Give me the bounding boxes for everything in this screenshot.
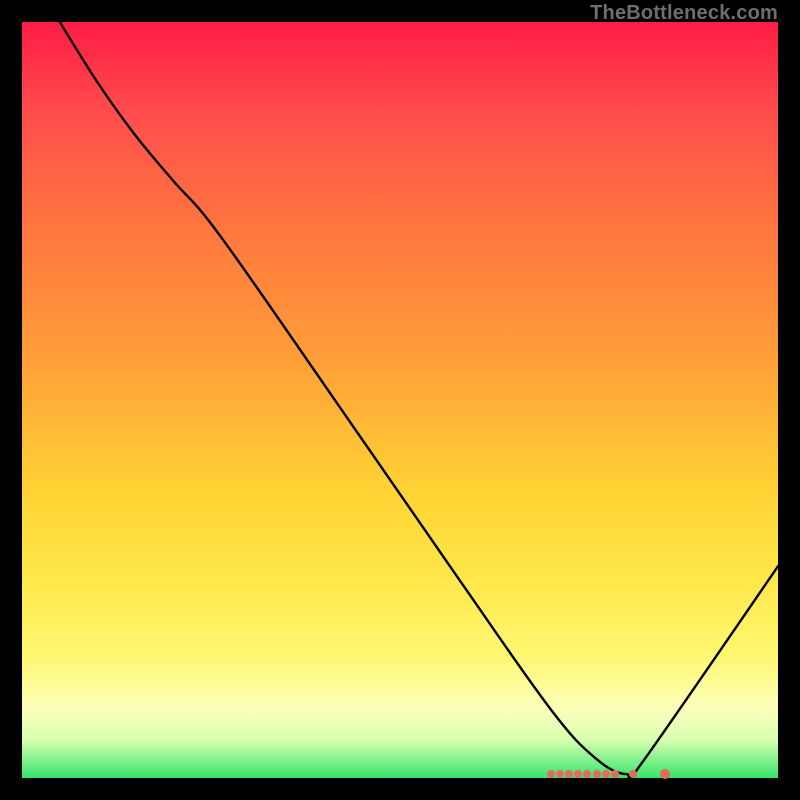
sample-point [602,770,610,778]
chart-frame: TheBottleneck.com [0,0,800,800]
sample-point [547,770,555,778]
sample-point [629,770,637,778]
sample-point [556,770,564,778]
sample-point [583,770,591,778]
sample-point [574,770,582,778]
sample-point [611,770,619,778]
sample-point [593,770,601,778]
sample-point [565,770,573,778]
sample-points-layer [22,22,778,778]
sample-point [660,769,670,779]
plot-area [22,22,778,778]
